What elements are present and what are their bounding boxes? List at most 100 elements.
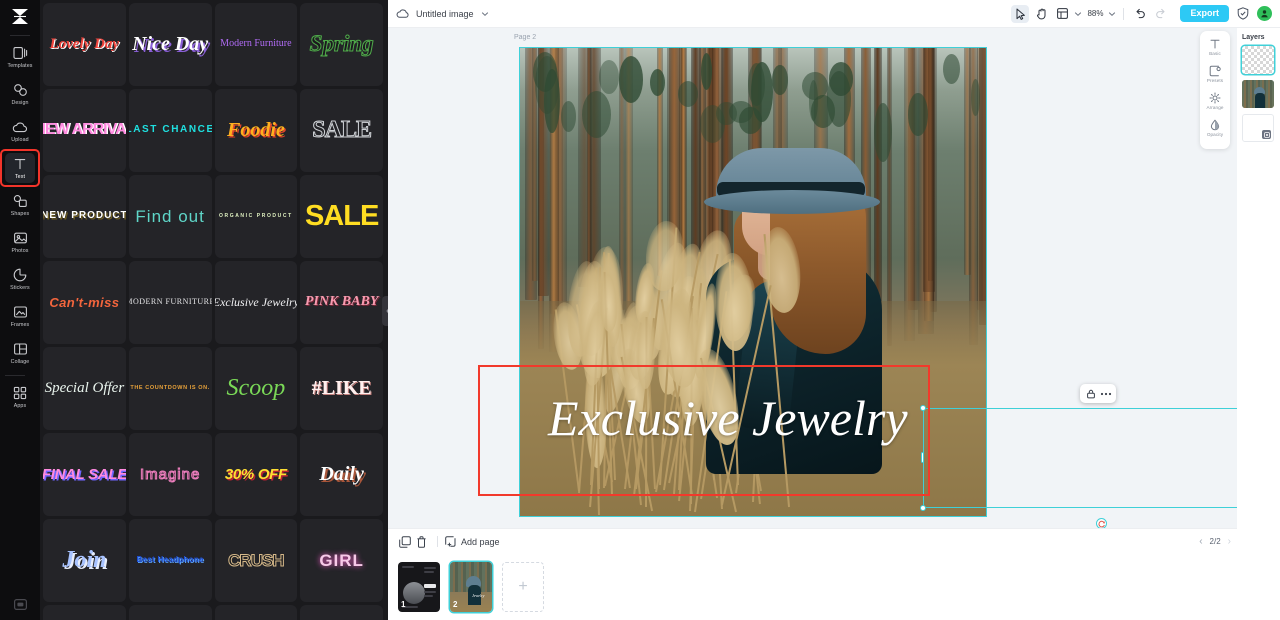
- inspector-item-opacity[interactable]: Opacity: [1201, 118, 1229, 137]
- cursor-select-icon[interactable]: [1011, 4, 1030, 23]
- sidebar-item-stickers[interactable]: Stickers: [5, 264, 35, 294]
- inspector-item-presets[interactable]: Presets: [1201, 64, 1229, 83]
- text-preset-label: MODERN FURNITURE: [128, 297, 212, 307]
- lock-icon[interactable]: [1084, 387, 1097, 400]
- text-preset-cell[interactable]: SALE: [300, 89, 383, 172]
- artboard[interactable]: Exclusive Jewelry: [519, 47, 987, 517]
- trash-icon[interactable]: [413, 533, 430, 550]
- text-preset-cell[interactable]: Modern Furniture: [214, 3, 298, 86]
- layer-item[interactable]: [1242, 114, 1274, 142]
- page-thumbnail-2[interactable]: Jewelry 2: [450, 562, 492, 612]
- selection-handle-bl[interactable]: [920, 505, 926, 511]
- redo-arrow-icon[interactable]: [1152, 5, 1170, 23]
- sidebar-item-shapes[interactable]: Shapes: [5, 190, 35, 220]
- layer-item[interactable]: [1242, 80, 1274, 108]
- help-badge-icon[interactable]: [0, 599, 40, 610]
- layers-title: Layers: [1242, 34, 1265, 41]
- text-preset-cell[interactable]: MODERN FURNITURE: [128, 261, 212, 344]
- text-preset-cell[interactable]: Imagine: [128, 433, 212, 516]
- layout-caret-icon[interactable]: [1074, 11, 1082, 17]
- text-preset-cell[interactable]: FINAL SALE: [43, 433, 126, 516]
- text-preset-cell[interactable]: NEW ARRIVAL: [43, 89, 126, 172]
- text-preset-cell[interactable]: [43, 605, 126, 620]
- text-preset-cell[interactable]: [128, 605, 212, 620]
- opacity-drop-icon: [1208, 118, 1222, 131]
- text-preset-cell[interactable]: Can't-miss: [43, 261, 126, 344]
- text-preset-cell[interactable]: NEW PRODUCT: [43, 175, 126, 258]
- inspector-panel: Basic Presets Arrange Opacity: [1200, 31, 1230, 149]
- text-preset-cell[interactable]: Daily: [300, 433, 383, 516]
- canvas-area[interactable]: Page 2 Exclusive Jewelry: [388, 28, 1280, 528]
- text-preset-cell[interactable]: THE COUNTDOWN IS ON.: [128, 347, 212, 430]
- user-avatar-icon[interactable]: [1257, 6, 1272, 21]
- text-preset-cell[interactable]: Foodie: [214, 89, 298, 172]
- doc-title-group[interactable]: Untitled image: [396, 8, 489, 19]
- text-preset-cell[interactable]: GIRL: [300, 519, 383, 602]
- text-preset-cell[interactable]: Join: [43, 519, 126, 602]
- templates-icon: [12, 45, 29, 61]
- text-preset-cell[interactable]: ORGANIC PRODUCT: [214, 175, 298, 258]
- zoom-caret-icon[interactable]: [1108, 11, 1116, 17]
- text-preset-label: Best Headphone: [136, 555, 204, 565]
- add-page-button[interactable]: Add page: [445, 536, 500, 547]
- sidebar-item-upload[interactable]: Upload: [5, 116, 35, 146]
- cloud-save-icon[interactable]: [396, 8, 409, 19]
- templates-icon: [12, 47, 27, 59]
- rotate-handle-icon[interactable]: [1096, 518, 1107, 528]
- text-preset-cell[interactable]: 30% OFF: [214, 433, 298, 516]
- text-preset-cell[interactable]: Nice Day: [128, 3, 212, 86]
- text-preset-cell[interactable]: Scoop: [214, 347, 298, 430]
- text-preset-label: PINK BABY: [304, 294, 379, 310]
- text-preset-cell[interactable]: Lovely Day: [43, 3, 126, 86]
- text-preset-cell[interactable]: [214, 605, 298, 620]
- text-preset-cell[interactable]: SALE: [300, 175, 383, 258]
- undo-arrow-icon[interactable]: [1131, 5, 1149, 23]
- inspector-item-basic[interactable]: Basic: [1201, 37, 1229, 56]
- sidebar-item-photos[interactable]: Photos: [5, 227, 35, 257]
- text-preset-cell[interactable]: PINK BABY: [300, 261, 383, 344]
- object-float-toolbar[interactable]: [1080, 384, 1116, 403]
- layout-grid-icon[interactable]: [1053, 5, 1071, 23]
- design-icon: [13, 84, 27, 96]
- sidebar-item-label: Collage: [10, 359, 30, 365]
- sidebar-item-text[interactable]: Text: [0, 149, 40, 187]
- selection-handle-tl[interactable]: [920, 405, 926, 411]
- duplicate-page-icon[interactable]: [396, 533, 413, 550]
- text-preset-cell[interactable]: Best Headphone: [128, 519, 212, 602]
- hand-pan-icon[interactable]: [1032, 5, 1050, 23]
- sidebar-item-label: Shapes: [10, 211, 30, 217]
- export-button[interactable]: Export: [1180, 5, 1229, 22]
- text-preset-cell[interactable]: [300, 605, 383, 620]
- layer-item[interactable]: [1242, 46, 1274, 74]
- selection-handle-left[interactable]: [921, 452, 924, 463]
- sidebar-item-collage[interactable]: Collage: [5, 338, 35, 368]
- toolbar-divider: [1123, 7, 1125, 20]
- text-preset-cell[interactable]: Exclusive Jewelry: [214, 261, 298, 344]
- sidebar-item-design[interactable]: Design: [5, 79, 35, 109]
- text-preset-cell[interactable]: CRUSH: [214, 519, 298, 602]
- sidebar-item-label: Frames: [10, 322, 30, 328]
- text-preset-cell[interactable]: Find out: [128, 175, 212, 258]
- add-page-thumbnail[interactable]: +: [502, 562, 544, 612]
- canvas-text-object[interactable]: Exclusive Jewelry: [548, 393, 908, 443]
- sidebar-item-frames[interactable]: Frames: [5, 301, 35, 331]
- more-horizontal-icon[interactable]: [1099, 387, 1112, 400]
- page-thumbnail-1[interactable]: 1: [398, 562, 440, 612]
- rail-divider: [10, 35, 30, 36]
- app-logo-icon[interactable]: [6, 6, 34, 28]
- chevron-down-icon[interactable]: [481, 11, 489, 17]
- sidebar-item-templates[interactable]: Templates: [5, 42, 35, 72]
- inspector-item-arrange[interactable]: Arrange: [1201, 91, 1229, 110]
- text-preset-cell[interactable]: #LIKE: [300, 347, 383, 430]
- text-preset-cell[interactable]: Special Offer: [43, 347, 126, 430]
- text-preset-label: Join: [62, 546, 107, 573]
- sidebar-item-apps[interactable]: Apps: [5, 382, 35, 412]
- bottom-divider: [437, 536, 438, 547]
- shield-check-icon[interactable]: [1237, 7, 1249, 20]
- zoom-level[interactable]: 88%: [1085, 9, 1105, 18]
- text-preset-cell[interactable]: Spring: [300, 3, 383, 86]
- text-preset-label: Modern Furniture: [220, 38, 292, 50]
- document-title[interactable]: Untitled image: [416, 9, 474, 19]
- text-preset-cell[interactable]: LAST CHANCE: [128, 89, 212, 172]
- panel-collapse-handle[interactable]: [382, 296, 388, 326]
